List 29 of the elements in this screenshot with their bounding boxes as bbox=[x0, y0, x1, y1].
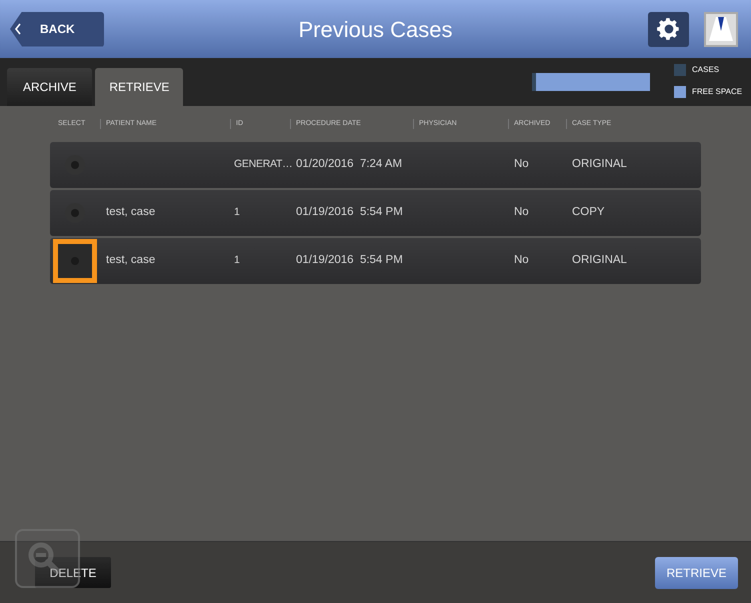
table-cell: ORIGINAL bbox=[572, 158, 627, 170]
case-row[interactable]: test, case 1 01/19/2016 5:54 PM No ORIGINAL bbox=[50, 238, 701, 284]
table-cell: GENERAT… bbox=[234, 158, 292, 170]
chevron-left-icon bbox=[14, 23, 22, 35]
back-button[interactable]: BACK bbox=[10, 12, 104, 46]
settings-icon bbox=[656, 16, 682, 42]
table-cell: No bbox=[514, 206, 529, 218]
table-cell: ORIGINAL bbox=[572, 254, 627, 266]
table-cell: No bbox=[514, 158, 529, 170]
select-radio[interactable] bbox=[53, 239, 97, 283]
table-cell: test, case bbox=[106, 254, 156, 266]
screen-title: Previous Cases bbox=[298, 16, 453, 44]
delete-button[interactable]: DELETE bbox=[35, 557, 111, 588]
table-cell: 01/20/2016 7:24 AM bbox=[296, 158, 402, 170]
table-cell: COPY bbox=[572, 206, 605, 218]
table-cell: test, case bbox=[106, 206, 156, 218]
settings-button[interactable] bbox=[648, 12, 689, 46]
legend-label: FREE SPACE bbox=[692, 86, 742, 98]
case-row[interactable]: test, case 1 01/19/2016 5:54 PM No COPY bbox=[50, 190, 701, 236]
tab[interactable]: RETRIEVE bbox=[95, 68, 184, 106]
table-cell: 1 bbox=[234, 206, 240, 218]
table-cell: No bbox=[514, 254, 529, 266]
case-row[interactable]: GENERAT… 01/20/2016 7:24 AM No ORIGINAL bbox=[50, 142, 701, 188]
table-cell: 1 bbox=[234, 254, 240, 266]
table-cell: 01/19/2016 5:54 PM bbox=[296, 254, 403, 266]
table-cell: 01/19/2016 5:54 PM bbox=[296, 206, 403, 218]
logo-icon bbox=[704, 12, 738, 46]
tab[interactable]: ARCHIVE bbox=[7, 68, 92, 106]
legend-label: CASES bbox=[692, 64, 720, 76]
